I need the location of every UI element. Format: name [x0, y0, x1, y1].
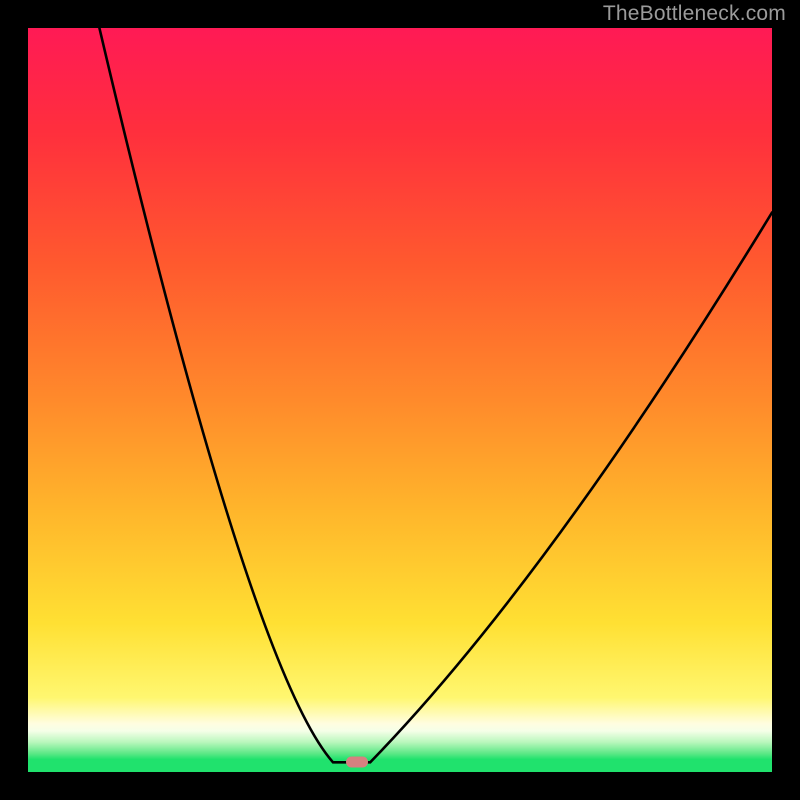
- chart-frame: TheBottleneck.com: [0, 0, 800, 800]
- plot-area: [28, 28, 772, 772]
- bottleneck-curve-path: [99, 28, 772, 762]
- optimal-marker: [346, 757, 368, 768]
- bottleneck-curve: [28, 28, 772, 772]
- watermark-text: TheBottleneck.com: [603, 2, 786, 26]
